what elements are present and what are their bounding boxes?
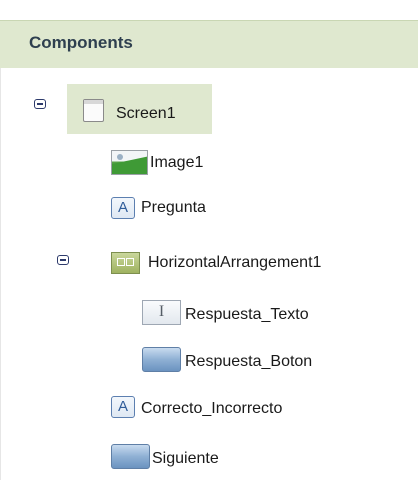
panel-title: Components	[29, 33, 133, 52]
panel-border	[0, 68, 1, 480]
components-panel: Components Screen1 Image1 A Pregunta Hor…	[0, 0, 418, 480]
horizontal-arrangement-icon	[111, 252, 140, 274]
tree-item-screen1[interactable]: Screen1	[83, 97, 176, 123]
collapse-horizontalarrangement1-icon[interactable]	[57, 255, 69, 265]
tree-item-label: Screen1	[116, 105, 176, 122]
screen-icon	[83, 98, 104, 122]
collapse-screen1-icon[interactable]	[34, 99, 46, 109]
tree-item-image1[interactable]: Image1	[111, 150, 203, 175]
tree-item-label: Pregunta	[141, 199, 206, 216]
components-header: Components	[0, 20, 418, 68]
tree-item-horizontalarrangement1[interactable]: HorizontalArrangement1	[111, 252, 321, 274]
button-icon	[142, 347, 181, 372]
label-icon: A	[111, 396, 135, 418]
tree-item-label: Respuesta_Texto	[185, 306, 309, 323]
tree-item-correcto-incorrecto[interactable]: A Correcto_Incorrecto	[111, 396, 282, 418]
tree-item-label: Image1	[150, 153, 204, 171]
tree-item-label: Siguiente	[152, 449, 219, 467]
tree-item-respuesta-boton[interactable]: Respuesta_Boton	[142, 347, 312, 372]
tree-item-siguiente[interactable]: Siguiente	[111, 444, 219, 469]
button-icon	[111, 444, 150, 469]
tree-item-label: HorizontalArrangement1	[148, 254, 322, 271]
tree-item-pregunta[interactable]: A Pregunta	[111, 197, 206, 219]
tree-item-label: Respuesta_Boton	[185, 353, 313, 370]
tree-item-respuesta-texto[interactable]: I Respuesta_Texto	[142, 300, 309, 325]
tree-item-label: Correcto_Incorrecto	[141, 400, 283, 417]
label-icon: A	[111, 197, 135, 219]
textbox-icon: I	[142, 300, 181, 325]
image-icon	[111, 150, 148, 175]
